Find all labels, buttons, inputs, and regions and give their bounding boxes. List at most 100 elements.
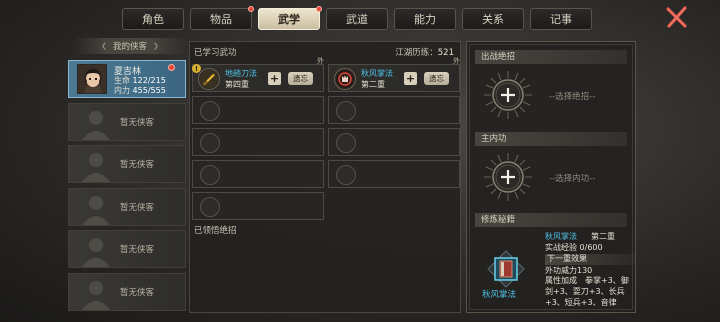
skill-name: 秋风掌法 [361, 69, 393, 78]
empty-slot-icon [200, 165, 220, 185]
tab-label: 关系 [482, 13, 504, 26]
inner-art-slot[interactable] [483, 152, 533, 202]
equip-panel: 出战绝招 --选择绝招-- 主内功 --选择内功-- 修炼秘籍 秋风掌法 秋风掌… [466, 41, 636, 313]
manual-attr-line: +3、短兵+3、音律 [545, 297, 617, 307]
empty-slot-label: 暂无侠客 [119, 287, 154, 298]
manual-exp: 实战经验 0/600 [545, 243, 635, 254]
skill-level: 第二重 [361, 80, 385, 89]
empty-slot-label: 暂无侠客 [119, 245, 154, 255]
manual-attr-line: 属性加成 拳掌+3、御 [545, 276, 629, 286]
hero-mp: 内力 455/555 [114, 85, 166, 96]
sidebar-header: ❮ 我的侠客 ❯ [74, 38, 186, 54]
manual-power: 外功威力130 [545, 265, 593, 275]
tab-items[interactable]: 物品 [190, 6, 254, 30]
chevron-right-icon: ❯ [153, 42, 159, 50]
close-icon[interactable] [664, 4, 690, 30]
empty-skill-slot[interactable] [192, 128, 324, 156]
tab-label: 记事 [550, 13, 572, 26]
forget-button[interactable]: 遗忘 [288, 72, 313, 85]
skill-slot[interactable]: ! 地趟刀法 第四重 + 遗忘 外 [192, 57, 324, 92]
notification-dot [248, 6, 254, 12]
empty-hero-slot[interactable]: 暂无侠客 [68, 145, 186, 183]
game-screen: 角色 物品 武学 武道 能力 关系 记事 ❮ 我的侠客 ❯ 夏吉林 生命 122… [0, 0, 720, 322]
empty-hero-slot[interactable]: 暂无侠客 [68, 272, 186, 311]
empty-hero-slot[interactable]: 暂无侠客 [68, 230, 186, 268]
sidebar-title: 我的侠客 [112, 42, 147, 52]
chevron-left-icon: ❮ [101, 42, 107, 50]
manual-info: 秋风掌法 第二重 实战经验 0/600 下一重效果 外功威力130 属性加成 拳掌… [545, 232, 635, 308]
empty-slot-icon [336, 133, 356, 153]
manual-header: 秋风掌法 第二重 [545, 232, 635, 243]
learned-skills-title: 已学习武功 [194, 48, 237, 58]
empty-slot-label: 暂无侠客 [119, 202, 154, 213]
hero-list: 夏吉林 生命 122/215 内力 455/555 暂无侠客 暂无侠客 暂无侠客… [68, 60, 186, 315]
top-tab-bar: 角色 物品 武学 武道 能力 关系 记事 [122, 6, 592, 32]
select-inner-art-hint: --选择内功-- [549, 174, 596, 184]
skill-slot[interactable]: 秋风掌法 第二重 + 遗忘 外 [328, 57, 460, 92]
empty-skill-slot[interactable] [328, 96, 460, 124]
battle-move-title: 出战绝招 [475, 50, 627, 64]
comprehended-moves-title: 已领悟绝招 [194, 226, 237, 236]
add-circle-icon [484, 71, 532, 119]
hp-label: 生命 [114, 76, 130, 85]
warning-icon: ! [192, 64, 201, 73]
empty-skill-slot[interactable] [192, 96, 324, 124]
manual-exp-label: 实战经验 [545, 242, 577, 252]
inner-art-title: 主内功 [475, 132, 627, 146]
alert-badge [168, 64, 175, 71]
manual-slot[interactable] [487, 250, 525, 288]
empty-skill-slot[interactable] [192, 160, 324, 188]
exp-label: 江湖历练： [395, 48, 438, 58]
manual-exp-value: 0/600 [579, 242, 603, 252]
empty-skill-slot[interactable] [328, 160, 460, 188]
tab-label: 物品 [210, 13, 232, 26]
empty-slot-icon [336, 165, 356, 185]
empty-slot-label: 暂无侠客 [119, 160, 154, 170]
tab-journal[interactable]: 记事 [530, 8, 592, 30]
skill-level: 第四重 [225, 80, 249, 89]
manual-title: 秋风掌法 [545, 232, 577, 241]
tab-label: 能力 [414, 13, 436, 26]
plus-icon[interactable]: + [268, 72, 281, 85]
add-circle-icon [484, 153, 532, 201]
palm-skill-icon [334, 68, 356, 90]
tab-character[interactable]: 角色 [122, 8, 184, 30]
tab-label: 角色 [142, 13, 164, 26]
plus-icon[interactable]: + [404, 72, 417, 85]
training-manual-title: 修炼秘籍 [475, 213, 627, 227]
empty-skill-slot[interactable] [328, 128, 460, 156]
next-level-label: 下一重效果 [545, 254, 635, 265]
manual-name: 秋风掌法 [482, 290, 517, 300]
book-icon [487, 250, 525, 288]
forget-button[interactable]: 遗忘 [424, 72, 449, 85]
blade-skill-icon [198, 68, 220, 90]
tab-martial-path[interactable]: 武道 [326, 8, 388, 30]
skill-type-badge: 外 [453, 57, 460, 65]
tab-relations[interactable]: 关系 [462, 8, 524, 30]
skill-name: 地趟刀法 [225, 69, 257, 78]
notification-dot [316, 6, 322, 12]
battle-move-slot[interactable] [483, 70, 533, 120]
empty-slot-icon [200, 133, 220, 153]
tab-martial-arts[interactable]: 武学 [258, 6, 322, 30]
empty-hero-slot[interactable]: 暂无侠客 [68, 102, 186, 141]
manual-attr-line: 剑+3、耍刀+3、长兵 [545, 286, 625, 296]
tab-label: 武道 [346, 13, 368, 26]
skills-panel: 已学习武功 江湖历练：521 ! 地趟刀法 第四重 + 遗忘 外 秋风掌法 第二 [189, 41, 461, 313]
hp-value: 122/215 [132, 76, 166, 85]
empty-hero-slot[interactable]: 暂无侠客 [68, 187, 186, 226]
hero-avatar [77, 64, 107, 94]
mp-label: 内力 [114, 86, 130, 95]
select-move-hint: --选择绝招-- [549, 92, 596, 102]
empty-slot-icon [200, 101, 220, 121]
jianghu-experience: 江湖历练：521 [395, 46, 454, 58]
mp-value: 455/555 [132, 86, 166, 95]
empty-slot-icon [336, 101, 356, 121]
tab-label: 武学 [278, 13, 300, 26]
tab-abilities[interactable]: 能力 [394, 8, 456, 30]
empty-skill-slot[interactable] [192, 192, 324, 220]
exp-value: 521 [437, 48, 454, 58]
skill-type-badge: 外 [317, 57, 324, 65]
hero-card[interactable]: 夏吉林 生命 122/215 内力 455/555 [68, 60, 186, 98]
empty-slot-icon [200, 197, 220, 217]
